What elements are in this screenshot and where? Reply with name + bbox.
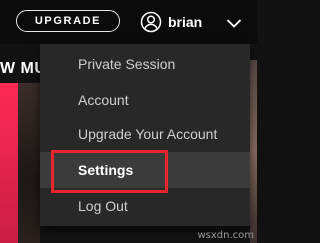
menu-item-log-out[interactable]: Log Out (40, 188, 250, 224)
user-circle-icon (140, 11, 162, 33)
upgrade-button[interactable]: UPGRADE (16, 10, 120, 32)
menu-item-settings[interactable]: Settings (40, 152, 250, 188)
album-tile-photo[interactable] (18, 83, 40, 243)
watermark: wsxdn.com (197, 230, 254, 241)
chevron-down-icon[interactable] (226, 17, 242, 29)
account-dropdown-menu: Private Session Account Upgrade Your Acc… (40, 44, 250, 226)
username-label: brian (168, 14, 203, 30)
menu-item-upgrade-account[interactable]: Upgrade Your Account (40, 116, 250, 152)
menu-item-private-session[interactable]: Private Session (40, 46, 250, 82)
top-bar: UPGRADE brian (0, 0, 257, 44)
user-profile-button[interactable]: brian (140, 11, 202, 33)
album-tile-right[interactable] (250, 60, 257, 243)
album-tile[interactable] (0, 83, 18, 243)
menu-item-account[interactable]: Account (40, 82, 250, 118)
